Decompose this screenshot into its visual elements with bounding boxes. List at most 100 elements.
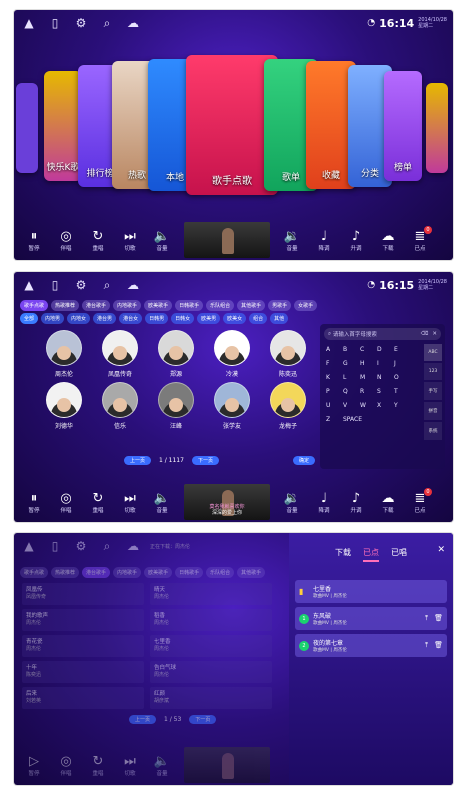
close-icon[interactable]: ✕ <box>432 331 437 337</box>
key[interactable]: J <box>394 360 411 367</box>
singer-item[interactable]: 汪峰 <box>148 382 204 430</box>
input-mode[interactable]: 系统 <box>424 422 442 440</box>
video-preview[interactable] <box>184 222 270 258</box>
download-button[interactable]: ☁ 下载 <box>372 491 404 514</box>
key[interactable]: Y <box>394 402 411 409</box>
tab-category[interactable]: 热歌推荐 <box>51 300 80 311</box>
tab-category[interactable]: 欧美歌手 <box>144 567 173 578</box>
key[interactable]: K <box>326 374 343 381</box>
android-icon[interactable]: ▲ <box>20 14 38 32</box>
next-song-button[interactable]: ⏭ 切歌 <box>114 754 146 777</box>
tab-category[interactable]: 乐队组合 <box>206 300 235 311</box>
key[interactable]: G <box>343 360 360 367</box>
cloud-icon[interactable]: ☁ <box>124 276 142 294</box>
accompany-button[interactable]: ◎ 伴唱 <box>50 754 82 777</box>
tab-category[interactable]: 其他歌手 <box>237 567 266 578</box>
replay-button[interactable]: ↻ 重唱 <box>82 229 114 252</box>
key[interactable]: Z <box>326 416 343 423</box>
input-mode[interactable]: 拼音 <box>424 402 442 420</box>
tab-category[interactable]: 歌手点歌 <box>20 300 49 311</box>
key[interactable]: C <box>360 346 377 353</box>
tab-subcategory[interactable]: 日韩男 <box>145 313 169 324</box>
pause-button[interactable]: ⏸ 暂停 <box>18 229 50 252</box>
video-preview[interactable]: 莫名我就喜欢你 深深的爱上你 <box>184 484 270 520</box>
singer-item[interactable]: 周杰伦 <box>36 330 92 378</box>
prev-page-button[interactable]: 上一页 <box>124 456 152 465</box>
key[interactable]: T <box>394 388 411 395</box>
accompany-button[interactable]: ◎ 伴唱 <box>50 491 82 514</box>
key[interactable]: N <box>377 374 394 381</box>
carousel-card[interactable]: 榜单 <box>384 71 422 181</box>
key-up-button[interactable]: ♪ 升调 <box>340 491 372 514</box>
key[interactable]: V <box>343 402 360 409</box>
key-down-button[interactable]: ♩ 降调 <box>308 229 340 252</box>
space-key[interactable]: SPACE <box>343 416 377 423</box>
tab-subcategory[interactable]: 其他 <box>270 313 289 324</box>
gear-icon[interactable]: ⚙ <box>72 537 90 555</box>
next-page-button[interactable]: 下一页 <box>189 715 217 724</box>
queue-button[interactable]: 0 ≣ 已点 <box>404 225 436 252</box>
singer-item[interactable]: 刘德华 <box>36 382 92 430</box>
singer-item[interactable]: 信乐 <box>92 382 148 430</box>
list-item[interactable]: 晴天 周杰伦 <box>150 583 272 605</box>
download-button[interactable]: ☁ 下载 <box>372 229 404 252</box>
key[interactable]: Q <box>343 388 360 395</box>
tab-category[interactable]: 女歌手 <box>294 300 318 311</box>
carousel-card[interactable]: 快乐K歌 <box>44 71 82 181</box>
tab-download[interactable]: 下载 <box>335 547 351 562</box>
search-icon[interactable]: ⌕ <box>98 14 116 32</box>
carousel-card[interactable] <box>426 83 448 173</box>
phone-icon[interactable]: ▯ <box>46 537 64 555</box>
confirm-button[interactable]: 确定 <box>292 456 315 465</box>
android-icon[interactable]: ▲ <box>20 276 38 294</box>
tab-subcategory[interactable]: 欧美女 <box>223 313 247 324</box>
search-icon[interactable]: ⌕ <box>98 276 116 294</box>
list-item[interactable]: 十年 陈奕迅 <box>22 661 144 683</box>
tab-subcategory[interactable]: 组合 <box>249 313 268 324</box>
tab-category[interactable]: 其他歌手 <box>237 300 266 311</box>
tab-category[interactable]: 热歌推荐 <box>51 567 80 578</box>
tab-subcategory[interactable]: 内地男 <box>41 313 65 324</box>
cloud-icon[interactable]: ☁ <box>124 14 142 32</box>
move-top-icon[interactable]: ⤒ <box>425 614 428 623</box>
singer-item[interactable]: 陈奕迅 <box>260 330 316 378</box>
tab-subcategory[interactable]: 欧美男 <box>197 313 221 324</box>
tab-category[interactable]: 男歌手 <box>268 300 292 311</box>
key[interactable]: E <box>394 346 411 353</box>
key[interactable]: L <box>343 374 360 381</box>
gear-icon[interactable]: ⚙ <box>72 14 90 32</box>
key-down-button[interactable]: ♩ 降调 <box>308 491 340 514</box>
search-icon[interactable]: ⌕ <box>98 537 116 555</box>
volume-up-button[interactable]: 🔉 音量 <box>276 491 308 514</box>
list-item[interactable]: 告白气球 周杰伦 <box>150 661 272 683</box>
search-input[interactable]: ⌕ 请输入首字母搜索 ⌫ ✕ <box>324 328 441 340</box>
key[interactable]: M <box>360 374 377 381</box>
close-icon[interactable]: ✕ <box>437 545 445 555</box>
key[interactable]: B <box>343 346 360 353</box>
singer-item[interactable]: 龙梅子 <box>260 382 316 430</box>
key[interactable]: W <box>360 402 377 409</box>
tab-category[interactable]: 内地歌手 <box>113 567 142 578</box>
volume-up-button[interactable]: 🔉 音量 <box>276 229 308 252</box>
cloud-icon[interactable]: ☁ <box>124 537 142 555</box>
mute-button[interactable]: 🔈 音量 <box>146 754 178 777</box>
next-page-button[interactable]: 下一页 <box>191 456 219 465</box>
android-icon[interactable]: ▲ <box>20 537 38 555</box>
singer-item[interactable]: 张学友 <box>204 382 260 430</box>
key[interactable]: O <box>394 374 411 381</box>
singer-item[interactable]: 冷漠 <box>204 330 260 378</box>
key[interactable]: P <box>326 388 343 395</box>
key[interactable]: I <box>377 360 394 367</box>
mute-button[interactable]: 🔈 音量 <box>146 229 178 252</box>
queue-item[interactable]: 2 夜的第七章 歌曲MV | 周杰伦 ⤒ 🗑 <box>295 634 447 657</box>
trash-icon[interactable]: 🗑 <box>434 614 443 623</box>
tab-category[interactable]: 港台歌手 <box>82 300 111 311</box>
tab-category[interactable]: 歌手点歌 <box>20 567 49 578</box>
singer-item[interactable]: 凤凰传奇 <box>92 330 148 378</box>
singer-item[interactable]: 郑源 <box>148 330 204 378</box>
list-item[interactable]: 凤凰传 凤凰传奇 <box>22 583 144 605</box>
tab-category[interactable]: 港台歌手 <box>82 567 111 578</box>
carousel-card[interactable] <box>16 83 38 173</box>
accompany-button[interactable]: ◎ 伴唱 <box>50 229 82 252</box>
key[interactable]: X <box>377 402 394 409</box>
